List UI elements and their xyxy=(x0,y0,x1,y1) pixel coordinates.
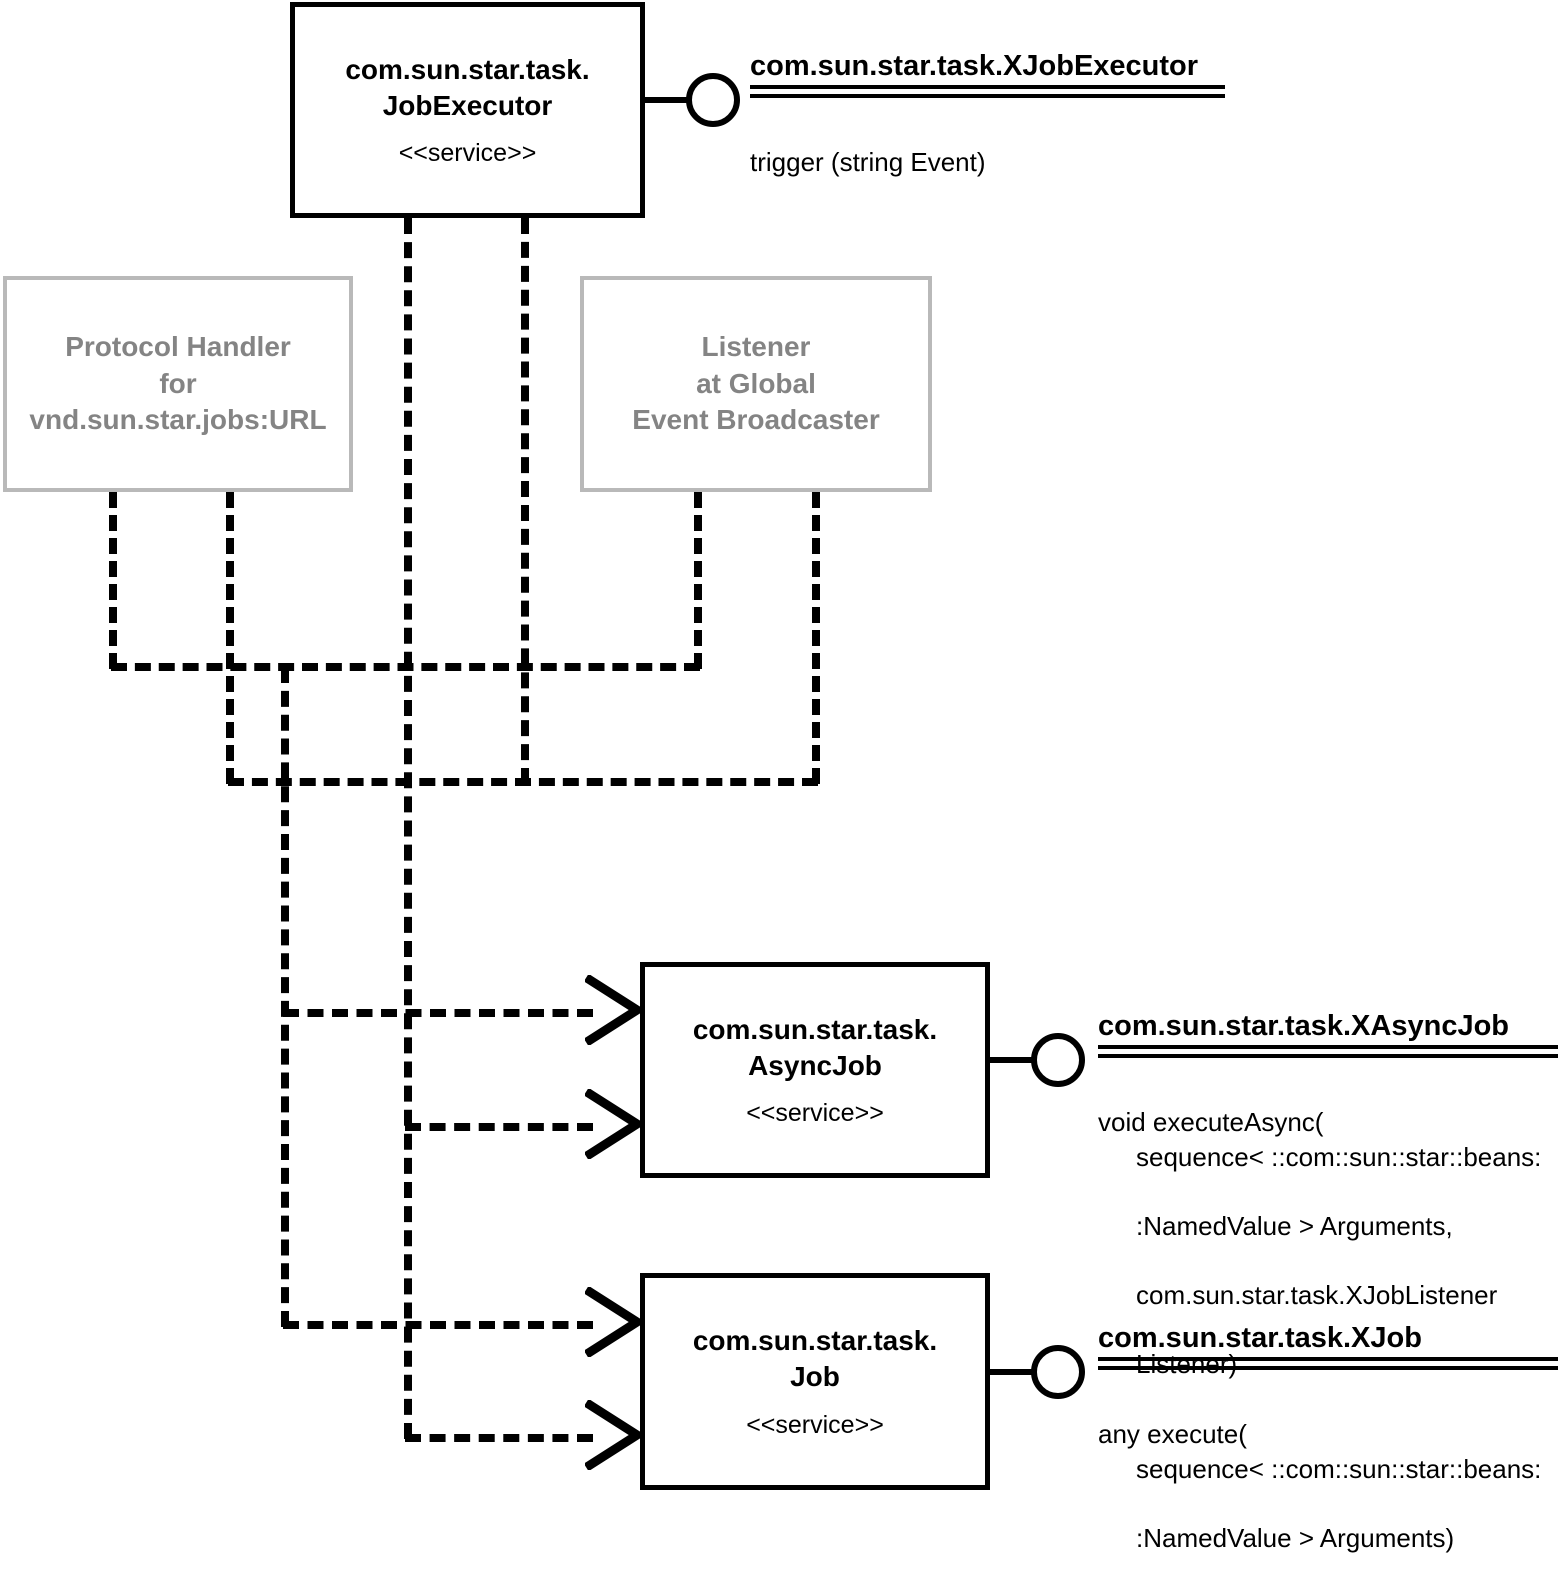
interface-separator xyxy=(1098,1357,1558,1371)
connector-listener-left-vertical xyxy=(694,492,702,669)
connector-protocolhandler-right-vertical xyxy=(226,492,234,784)
interface-name-xasyncjob: com.sun.star.task.XAsyncJob xyxy=(1098,1010,1509,1042)
client-label-protocol-handler: Protocol Handler for vnd.sun.star.jobs:U… xyxy=(29,330,327,436)
connector-listener-right-vertical xyxy=(812,492,820,784)
connector-jobexecutor-to-job xyxy=(404,218,412,1439)
lollipop-stem-xasyncjob xyxy=(990,1057,1035,1063)
connector-arrow-asyncjob-bottom xyxy=(405,1123,593,1131)
interface-signature-xjobexecutor: trigger (string Event) xyxy=(750,110,1225,179)
interface-lollipop-icon[interactable] xyxy=(686,73,740,127)
client-box-global-listener[interactable]: Listener at Global Event Broadcaster xyxy=(580,276,932,492)
uml-diagram-canvas: com.sun.star.task. JobExecutor <<service… xyxy=(0,0,1558,1575)
signature-line: com.sun.star.task.XJobListener xyxy=(1136,1279,1498,1310)
signature-line: :NamedValue > Arguments, xyxy=(1136,1210,1453,1241)
signature-line: void executeAsync( xyxy=(1098,1107,1324,1138)
service-name-job: com.sun.star.task. Job xyxy=(692,1325,938,1392)
client-label-global-listener: Listener at Global Event Broadcaster xyxy=(632,330,880,436)
service-stereotype-asyncjob: <<service>> xyxy=(746,1099,884,1128)
connector-arrow-job-top xyxy=(283,1321,593,1329)
service-box-job[interactable]: com.sun.star.task. Job <<service>> xyxy=(640,1273,990,1490)
interface-separator xyxy=(750,85,1225,99)
signature-line: :NamedValue > Arguments) xyxy=(1136,1522,1455,1553)
interface-name-xjobexecutor: com.sun.star.task.XJobExecutor xyxy=(750,50,1199,82)
interface-spec-xjobexecutor: com.sun.star.task.XJobExecutor trigger (… xyxy=(750,50,1225,180)
service-name-asyncjob: com.sun.star.task. AsyncJob xyxy=(692,1013,938,1081)
interface-name-xjob: com.sun.star.task.XJob xyxy=(1098,1322,1422,1354)
interface-separator xyxy=(1098,1045,1558,1059)
lollipop-stem-xjobexecutor xyxy=(645,97,690,103)
connector-jobexecutor-to-asyncjob xyxy=(521,218,529,784)
connector-arrow-job-bottom xyxy=(405,1434,593,1442)
service-stereotype-job: <<service>> xyxy=(746,1410,884,1439)
connector-arrow-asyncjob-top xyxy=(283,1009,593,1017)
interface-lollipop-icon[interactable] xyxy=(1031,1345,1085,1399)
signature-line: sequence< ::com::sun::star::beans: xyxy=(1136,1141,1542,1172)
interface-spec-xjob: com.sun.star.task.XJob any execute( sequ… xyxy=(1098,1322,1558,1575)
service-name-jobexecutor: com.sun.star.task. JobExecutor xyxy=(345,53,590,121)
signature-line: trigger (string Event) xyxy=(750,147,986,178)
connector-lower-horizontal-bus xyxy=(228,778,818,786)
signature-line: sequence< ::com::sun::star::beans: xyxy=(1136,1453,1542,1484)
interface-lollipop-icon[interactable] xyxy=(1031,1033,1085,1087)
connector-upperbus-drop-to-job xyxy=(281,667,289,1327)
client-box-protocol-handler[interactable]: Protocol Handler for vnd.sun.star.jobs:U… xyxy=(3,276,353,492)
connector-upper-horizontal-bus xyxy=(111,663,700,671)
interface-signature-xjob: any execute( sequence< ::com::sun::star:… xyxy=(1098,1382,1558,1575)
service-stereotype-jobexecutor: <<service>> xyxy=(398,139,537,168)
signature-line: any execute( xyxy=(1098,1419,1247,1450)
lollipop-stem-xjob xyxy=(990,1369,1035,1375)
service-box-jobexecutor[interactable]: com.sun.star.task. JobExecutor <<service… xyxy=(290,2,645,218)
connector-protocolhandler-left-vertical xyxy=(109,492,117,669)
service-box-asyncjob[interactable]: com.sun.star.task. AsyncJob <<service>> xyxy=(640,962,990,1178)
